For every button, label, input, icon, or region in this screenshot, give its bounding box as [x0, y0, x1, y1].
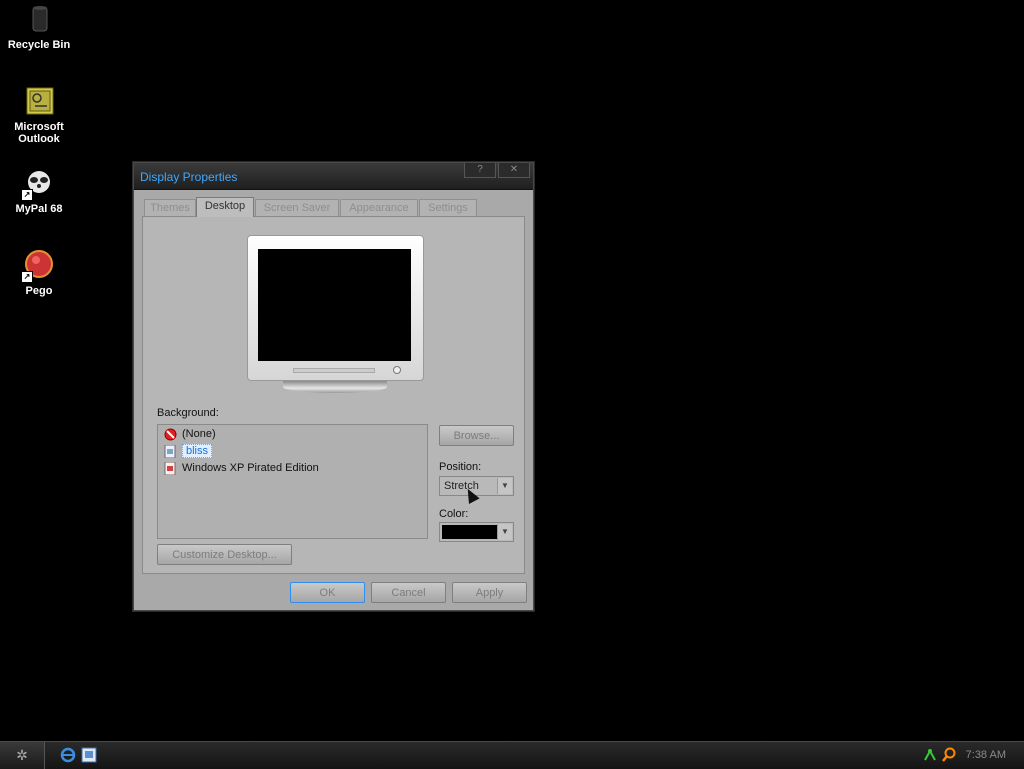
none-icon	[164, 428, 177, 441]
background-label: Background:	[157, 407, 219, 419]
list-item-label: (None)	[182, 428, 216, 440]
image-file-icon	[164, 461, 177, 476]
title-bar[interactable]: Display Properties ? ✕	[134, 163, 533, 190]
display-properties-window: Display Properties ? ✕ Themes Desktop Sc…	[133, 162, 534, 611]
ok-button[interactable]: OK	[290, 582, 365, 603]
list-item-label: Windows XP Pirated Edition	[182, 462, 319, 474]
shortcut-arrow-icon: ↗	[21, 271, 33, 283]
power-led-icon	[393, 366, 401, 374]
list-item-label: bliss	[182, 444, 213, 458]
monitor-slot	[293, 368, 375, 373]
color-picker[interactable]: ▼	[439, 522, 514, 542]
desktop-icon-label: MyPal 68	[15, 203, 63, 215]
desktop-icon-label: Recycle Bin	[7, 39, 71, 51]
chevron-down-icon[interactable]: ▼	[497, 524, 512, 540]
monitor-preview	[247, 235, 424, 395]
desktop-icon-pego[interactable]: ↗ Pego	[0, 249, 78, 297]
desktop-icon-outlook[interactable]: Microsoft Outlook	[0, 85, 78, 145]
desktop-icon-recycle-bin[interactable]: Recycle Bin	[0, 3, 78, 51]
window-title: Display Properties	[140, 170, 238, 184]
start-icon: ✲	[16, 747, 28, 763]
search-icon[interactable]	[941, 747, 957, 763]
tab-screen-saver[interactable]: Screen Saver	[255, 199, 339, 216]
cancel-button[interactable]: Cancel	[371, 582, 446, 603]
browse-button[interactable]: Browse...	[439, 425, 514, 446]
list-item[interactable]: Windows XP Pirated Edition	[164, 461, 319, 476]
apply-button[interactable]: Apply	[452, 582, 527, 603]
image-file-icon	[164, 444, 177, 459]
tab-appearance[interactable]: Appearance	[340, 199, 418, 216]
color-swatch	[442, 525, 500, 539]
desktop-tab-panel: Background: (None) bliss Windows XP Pira…	[142, 216, 525, 574]
outlook-express-icon[interactable]	[81, 747, 97, 763]
tab-settings[interactable]: Settings	[419, 199, 477, 216]
tab-desktop[interactable]: Desktop	[196, 197, 254, 217]
start-button[interactable]: ✲	[0, 742, 45, 769]
recycle-bin-icon	[23, 3, 55, 35]
desktop-icon-label: Microsoft Outlook	[14, 121, 64, 145]
internet-explorer-icon[interactable]	[60, 747, 76, 763]
mypal-icon: ↗	[21, 167, 55, 201]
position-label: Position:	[439, 461, 482, 473]
monitor-stand	[283, 381, 387, 393]
pego-icon: ↗	[21, 249, 55, 283]
outlook-icon	[23, 85, 55, 117]
color-label: Color:	[439, 508, 469, 520]
chevron-down-icon[interactable]: ▼	[497, 478, 512, 494]
desktop-icon-label: Pego	[25, 285, 53, 297]
help-button[interactable]: ?	[464, 163, 496, 178]
taskbar: ✲ 7:38 AM	[0, 741, 1024, 769]
monitor-bezel	[247, 235, 424, 381]
monitor-screen	[258, 249, 411, 361]
list-item[interactable]: (None)	[164, 427, 216, 442]
desktop-icon-mypal[interactable]: ↗ MyPal 68	[0, 167, 78, 215]
shortcut-arrow-icon: ↗	[21, 189, 33, 201]
list-item-selected[interactable]: bliss	[164, 444, 213, 459]
background-list[interactable]: (None) bliss Windows XP Pirated Edition	[157, 424, 428, 539]
clock[interactable]: 7:38 AM	[966, 749, 1006, 761]
network-icon[interactable]	[922, 747, 938, 763]
tab-themes[interactable]: Themes	[144, 199, 196, 216]
close-button[interactable]: ✕	[498, 163, 530, 178]
customize-desktop-button[interactable]: Customize Desktop...	[157, 544, 292, 565]
